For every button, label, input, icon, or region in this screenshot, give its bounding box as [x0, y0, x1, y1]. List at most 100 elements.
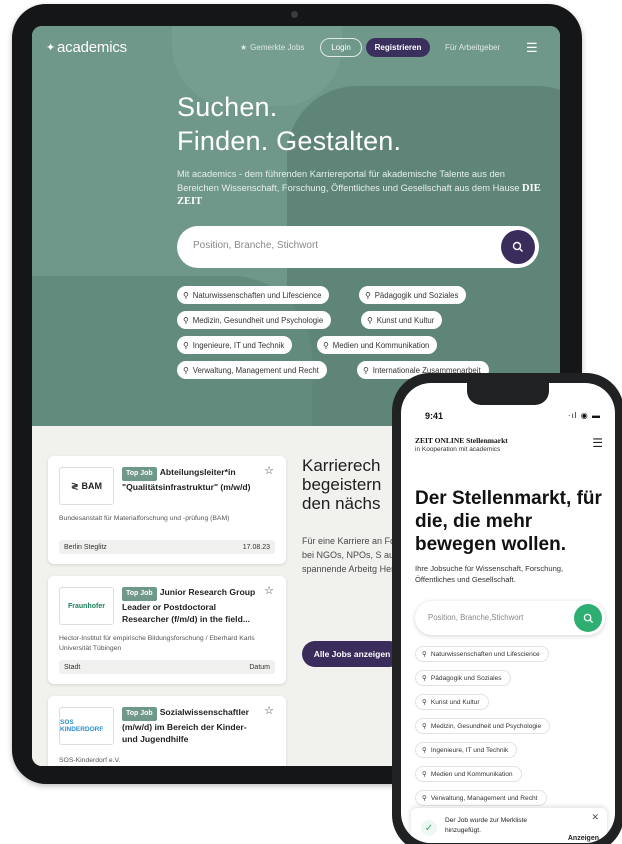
search-icon: ⚲ — [422, 723, 427, 730]
job-organization: Bundesanstalt für Materialforschung und … — [59, 515, 230, 522]
category-chip[interactable]: ⚲ Verwaltung, Management und Recht — [415, 790, 547, 806]
job-title[interactable]: Top Job Junior Research Group Leader or P… — [122, 586, 262, 625]
hamburger-menu-icon[interactable]: ☰ — [526, 41, 538, 54]
top-job-badge: Top Job — [122, 707, 157, 721]
job-meta: Stadt Datum — [59, 660, 275, 674]
category-chip[interactable]: ⚲ Medizin, Gesundheit und Psychologie — [177, 311, 332, 329]
category-chip[interactable]: ⚲ Kunst und Kultur — [415, 694, 489, 710]
phone-screen: 9:41 ·ıl ◉ ▬ ZEIT ONLINE Stellenmarkt in… — [401, 383, 615, 843]
chip-label: Verwaltung, Management und Recht — [192, 365, 319, 375]
job-location: Berlin Steglitz — [64, 543, 107, 551]
search-icon: ⚲ — [422, 795, 427, 802]
search-icon — [512, 241, 523, 252]
bookmark-star-icon[interactable]: ☆ — [264, 704, 274, 717]
chip-label: Ingenieure, IT und Technik — [192, 340, 285, 350]
category-chip[interactable]: ⚲ Kunst und Kultur — [361, 311, 443, 329]
chip-label: Verwaltung, Management und Recht — [430, 794, 538, 802]
bam-logo-icon: ≷ — [70, 480, 79, 491]
search-icon — [583, 613, 593, 623]
search-icon: ⚲ — [422, 651, 427, 658]
employers-link[interactable]: Für Arbeitgeber — [445, 43, 500, 52]
hero-headline: Suchen. Finden. Gestalten. — [177, 90, 401, 158]
saved-jobs-label: Gemerkte Jobs — [250, 43, 305, 52]
headline-line: Suchen. — [177, 92, 278, 122]
job-card[interactable]: SOS KINDERDORF Top Job Sozialwissenschaft… — [48, 696, 286, 766]
chip-label: Ingenieure, IT und Technik — [430, 746, 509, 754]
hero-section: ✦ academics ★ Gemerkte Jobs Login Regist… — [32, 26, 560, 426]
search-icon: ⚲ — [422, 699, 427, 706]
headline-line: Finden. Gestalten. — [177, 126, 402, 156]
job-meta: Berlin Steglitz 17.08.23 — [59, 540, 275, 554]
academics-logo[interactable]: ✦ academics — [46, 39, 127, 56]
category-chip[interactable]: ⚲ Naturwissenschaften und Lifescience — [177, 286, 330, 304]
bookmark-star-icon[interactable]: ☆ — [264, 584, 274, 597]
career-heading: Karrierech begeistern den nächs — [302, 456, 381, 513]
toast-show-button[interactable]: Anzeigen — [568, 835, 599, 842]
search-input[interactable]: Position, Branche,Stichwort — [428, 613, 523, 622]
bookmark-star-icon[interactable]: ☆ — [264, 464, 274, 477]
logo-text: academics — [57, 39, 127, 56]
category-chip[interactable]: ⚲ Ingenieure, IT und Technik — [415, 742, 518, 758]
category-chip[interactable]: ⚲ Medien und Kommunikation — [317, 336, 438, 354]
search-icon: ⚲ — [183, 315, 189, 325]
hero-intro: Mit academics - dem führenden Karrierepo… — [177, 168, 549, 209]
phone-search-bar[interactable]: Position, Branche,Stichwort — [415, 601, 605, 635]
search-icon: ⚲ — [183, 290, 189, 300]
register-button[interactable]: Registrieren — [366, 38, 430, 57]
hamburger-menu-icon[interactable]: ☰ — [592, 436, 603, 450]
search-icon: ⚲ — [363, 365, 369, 375]
category-chip[interactable]: ⚲ Pädagogik und Soziales — [359, 286, 467, 304]
job-organization: Hector-Institut für empirische Bildungsf… — [59, 635, 255, 652]
category-chip[interactable]: ⚲ Naturwissenschaften und Lifescience — [415, 646, 549, 662]
phone-notch — [467, 383, 549, 405]
search-icon: ⚲ — [367, 315, 373, 325]
search-icon: ⚲ — [422, 771, 427, 778]
phone-intro: Ihre Jobsuche für Wissenschaft, Forschun… — [415, 564, 564, 584]
category-chip[interactable]: ⚲ Pädagogik und Soziales — [415, 670, 511, 686]
all-jobs-button[interactable]: Alle Jobs anzeigen — [302, 641, 402, 667]
job-card[interactable]: ≷ BAM Top Job Abteilungsleiter*in "Qualitä… — [48, 456, 286, 564]
phone-headline: Der Stellenmarkt, für die, die mehr bewe… — [415, 488, 602, 555]
job-date: Datum — [249, 663, 270, 671]
company-logo-text: BAM — [81, 481, 103, 491]
bookmark-toast: ✓ Der Job wurde zur Merkliste hinzugefüg… — [411, 808, 607, 843]
job-date: 17.08.23 — [242, 543, 270, 551]
job-card[interactable]: Fraunhofer Top Job Junior Research Group … — [48, 576, 286, 684]
search-button[interactable] — [574, 604, 602, 632]
close-icon[interactable]: ✕ — [591, 812, 599, 823]
status-time: 9:41 — [425, 411, 444, 421]
star-icon: ★ — [240, 43, 248, 52]
saved-jobs-link[interactable]: ★ Gemerkte Jobs — [240, 43, 304, 52]
phone-device: 9:41 ·ıl ◉ ▬ ZEIT ONLINE Stellenmarkt in… — [392, 373, 622, 844]
top-nav: ✦ academics ★ Gemerkte Jobs Login Regist… — [32, 26, 560, 70]
chip-label: Medien und Kommunikation — [332, 340, 430, 350]
chip-label: Pädagogik und Soziales — [374, 290, 459, 300]
toast-message: Der Job wurde zur Merkliste hinzugefügt. — [445, 817, 528, 834]
brand-subtitle: in Kooperation mit academics — [415, 446, 501, 453]
login-button[interactable]: Login — [320, 38, 362, 57]
chip-label: Pädagogik und Soziales — [430, 674, 502, 682]
chip-label: Medizin, Gesundheit und Psychologie — [192, 315, 324, 325]
chip-label: Naturwissenschaften und Lifescience — [430, 650, 540, 658]
zeit-stellenmarkt-logo[interactable]: ZEIT ONLINE Stellenmarkt — [415, 436, 508, 445]
search-icon: ⚲ — [422, 747, 427, 754]
search-input[interactable]: Position, Branche, Stichwort — [193, 240, 318, 251]
chip-label: Naturwissenschaften und Lifescience — [192, 290, 322, 300]
category-chip[interactable]: ⚲ Verwaltung, Management und Recht — [177, 361, 327, 379]
search-bar[interactable]: Position, Branche, Stichwort — [177, 226, 539, 268]
search-button[interactable] — [501, 230, 535, 264]
search-icon: ⚲ — [422, 675, 427, 682]
job-title[interactable]: Top Job Sozialwissenschaftler (m/w/d) im … — [122, 706, 262, 745]
search-icon: ⚲ — [365, 290, 371, 300]
job-title[interactable]: Top Job Abteilungsleiter*in "Qualitätsinf… — [122, 466, 262, 493]
company-logo: Fraunhofer — [59, 587, 114, 625]
chip-label: Medien und Kommunikation — [430, 770, 513, 778]
category-chip[interactable]: ⚲ Ingenieure, IT und Technik — [177, 336, 293, 354]
search-icon: ⚲ — [323, 340, 329, 350]
status-icons: ·ıl ◉ ▬ — [567, 411, 601, 420]
category-chip[interactable]: ⚲ Medien und Kommunikation — [415, 766, 522, 782]
check-icon: ✓ — [421, 820, 437, 836]
company-logo: SOS KINDERDORF — [59, 707, 114, 745]
category-chip[interactable]: ⚲ Medizin, Gesundheit und Psychologie — [415, 718, 551, 734]
job-organization: SOS-Kinderdorf e.V. — [59, 757, 121, 764]
